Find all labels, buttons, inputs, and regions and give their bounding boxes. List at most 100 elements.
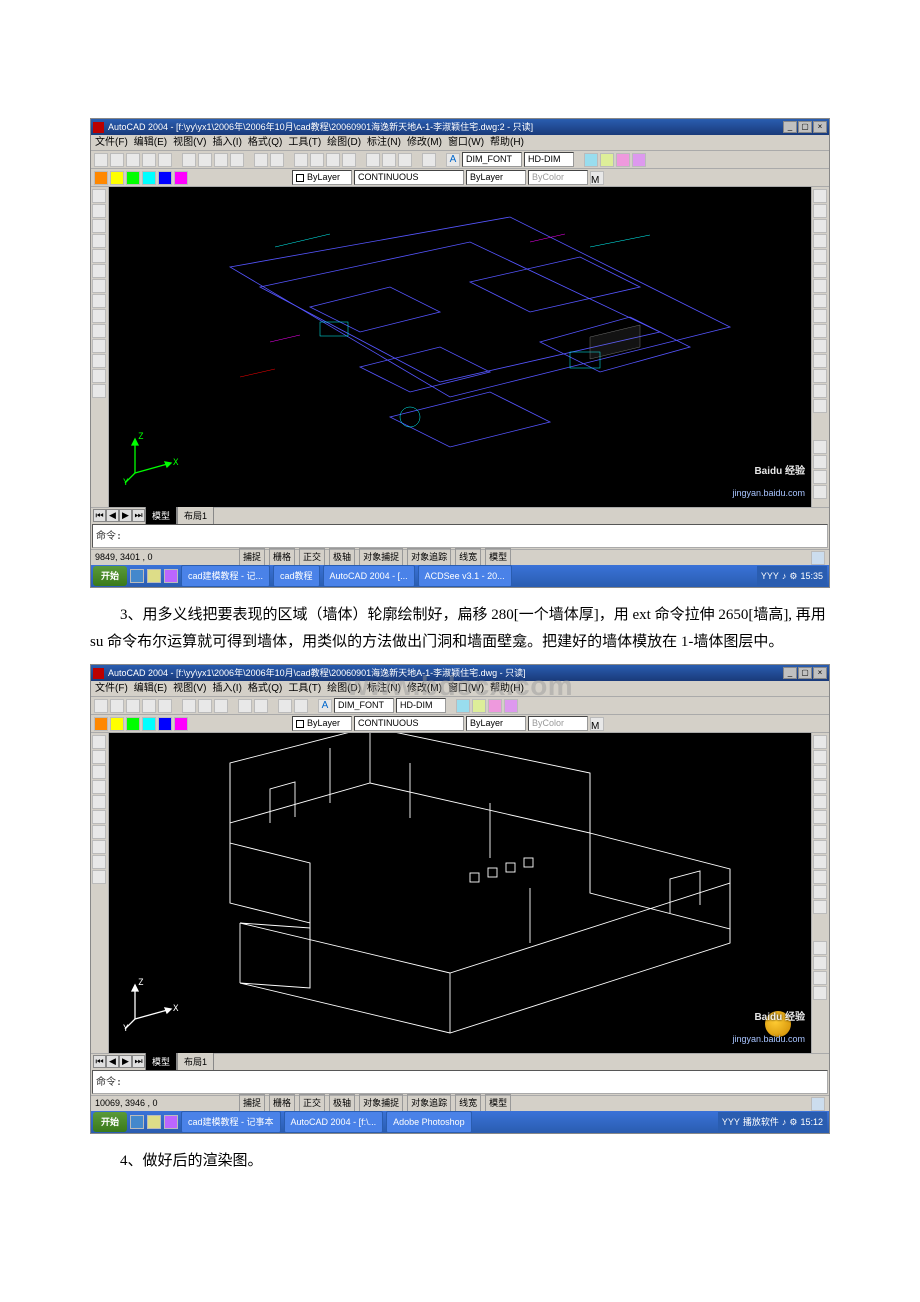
minimize-button[interactable]: _ bbox=[783, 667, 797, 679]
status-polar[interactable]: 极轴 bbox=[329, 548, 355, 566]
task-autocad[interactable]: AutoCAD 2004 - [... bbox=[323, 565, 415, 587]
extra-icon-4[interactable] bbox=[504, 699, 518, 713]
quicklaunch-ie-icon[interactable] bbox=[130, 1115, 144, 1129]
view3d-icon[interactable] bbox=[813, 455, 827, 469]
render-icon[interactable] bbox=[813, 986, 827, 1000]
menu-window[interactable]: 窗口(W) bbox=[448, 134, 484, 152]
start-button[interactable]: 开始 bbox=[93, 566, 127, 586]
extend-icon[interactable] bbox=[813, 339, 827, 353]
fillet-icon[interactable] bbox=[813, 384, 827, 398]
quicklaunch-media-icon[interactable] bbox=[164, 569, 178, 583]
point-icon[interactable] bbox=[92, 339, 106, 353]
extra-icon-3[interactable] bbox=[616, 153, 630, 167]
plotstyle-combo[interactable]: ByColor bbox=[528, 170, 588, 185]
tray-icon-2[interactable]: ⚙ bbox=[789, 568, 797, 584]
scale-icon[interactable] bbox=[813, 294, 827, 308]
textstyle-A-icon[interactable]: A bbox=[446, 153, 460, 167]
print-icon[interactable] bbox=[142, 699, 156, 713]
pan-icon[interactable] bbox=[294, 153, 308, 167]
shade-icon[interactable] bbox=[813, 470, 827, 484]
menu-insert[interactable]: 插入(I) bbox=[212, 680, 241, 698]
status-lweight[interactable]: 线宽 bbox=[455, 548, 481, 566]
redo-icon[interactable] bbox=[270, 153, 284, 167]
text-icon[interactable] bbox=[92, 870, 106, 884]
erase-icon[interactable] bbox=[813, 735, 827, 749]
cut-icon[interactable] bbox=[182, 699, 196, 713]
offset-icon[interactable] bbox=[813, 780, 827, 794]
fillet-icon[interactable] bbox=[813, 885, 827, 899]
copyobj-icon[interactable] bbox=[813, 204, 827, 218]
maximize-button[interactable]: ▢ bbox=[798, 667, 812, 679]
tab-next-icon[interactable]: ▶ bbox=[119, 1055, 132, 1068]
tab-model[interactable]: 模型 bbox=[145, 1052, 177, 1071]
tab-last-icon[interactable]: ⏭ bbox=[132, 1055, 145, 1068]
ellipse-icon[interactable] bbox=[92, 840, 106, 854]
drawing-viewport[interactable]: Z X Y Baidu 经验 jingyan.baidu.com bbox=[109, 733, 811, 1053]
mirror-icon[interactable] bbox=[813, 765, 827, 779]
help-icon[interactable] bbox=[422, 153, 436, 167]
status-lweight[interactable]: 线宽 bbox=[455, 1094, 481, 1112]
polygon-icon[interactable] bbox=[92, 765, 106, 779]
menu-help[interactable]: 帮助(H) bbox=[490, 680, 524, 698]
quicklaunch-desktop-icon[interactable] bbox=[147, 1115, 161, 1129]
array-icon[interactable] bbox=[813, 795, 827, 809]
hatch-icon[interactable] bbox=[92, 855, 106, 869]
stretch-icon[interactable] bbox=[813, 309, 827, 323]
open-icon[interactable] bbox=[110, 699, 124, 713]
xline-icon[interactable] bbox=[92, 204, 106, 218]
menu-edit[interactable]: 编辑(E) bbox=[134, 680, 167, 698]
zoomprev-icon[interactable] bbox=[342, 153, 356, 167]
line-icon[interactable] bbox=[92, 735, 106, 749]
menu-insert[interactable]: 插入(I) bbox=[212, 134, 241, 152]
menu-view[interactable]: 视图(V) bbox=[173, 680, 206, 698]
start-button[interactable]: 开始 bbox=[93, 1112, 127, 1132]
extra-icon-1[interactable] bbox=[456, 699, 470, 713]
task-photoshop[interactable]: Adobe Photoshop bbox=[386, 1111, 472, 1133]
dimstyle-combo[interactable]: HD-DIM bbox=[396, 698, 446, 713]
menu-draw[interactable]: 绘图(D) bbox=[327, 680, 361, 698]
break-icon[interactable] bbox=[813, 354, 827, 368]
command-line[interactable]: 命令: bbox=[92, 1070, 828, 1094]
copy-icon[interactable] bbox=[198, 699, 212, 713]
toolpalettes-icon[interactable] bbox=[398, 153, 412, 167]
layerfreeze-icon[interactable] bbox=[126, 171, 140, 185]
task-notepad[interactable]: cad建模教程 - 记事本 bbox=[181, 1111, 281, 1133]
extra-icon-1[interactable] bbox=[584, 153, 598, 167]
ellipse-icon[interactable] bbox=[92, 309, 106, 323]
menu-view[interactable]: 视图(V) bbox=[173, 134, 206, 152]
pan-icon[interactable] bbox=[294, 699, 308, 713]
array-icon[interactable] bbox=[813, 249, 827, 263]
layermatch-icon[interactable] bbox=[174, 717, 188, 731]
print-icon[interactable] bbox=[142, 153, 156, 167]
extend-icon[interactable] bbox=[813, 870, 827, 884]
layeroff-icon[interactable] bbox=[110, 171, 124, 185]
menu-draw[interactable]: 绘图(D) bbox=[327, 134, 361, 152]
chamfer-icon[interactable] bbox=[813, 369, 827, 383]
menu-tools[interactable]: 工具(T) bbox=[288, 680, 321, 698]
plotstyle-combo[interactable]: ByColor bbox=[528, 716, 588, 731]
explode-icon[interactable] bbox=[813, 900, 827, 914]
status-tray-icon[interactable] bbox=[811, 1097, 825, 1111]
rectangle-icon[interactable] bbox=[92, 780, 106, 794]
lineweight-combo[interactable]: ByLayer bbox=[466, 716, 526, 731]
tray-icon-1[interactable]: ♪ bbox=[782, 568, 787, 584]
ucs-icon-btn[interactable] bbox=[813, 440, 827, 454]
layer-icon[interactable] bbox=[94, 717, 108, 731]
pline-icon[interactable] bbox=[92, 750, 106, 764]
textstyle-combo[interactable]: DIM_FONT bbox=[462, 152, 522, 167]
explode-icon[interactable] bbox=[813, 399, 827, 413]
command-line[interactable]: 命令: bbox=[92, 524, 828, 548]
region-icon[interactable] bbox=[92, 369, 106, 383]
minimize-button[interactable]: _ bbox=[783, 121, 797, 133]
render-icon[interactable] bbox=[813, 485, 827, 499]
layeroff-icon[interactable] bbox=[110, 717, 124, 731]
quicklaunch-ie-icon[interactable] bbox=[130, 569, 144, 583]
erase-icon[interactable] bbox=[813, 189, 827, 203]
drawing-viewport[interactable]: Z X Y Baidu 经验 jingyan.baidu.com bbox=[109, 187, 811, 507]
tray-icon-2[interactable]: ⚙ bbox=[789, 1114, 797, 1130]
linetype-combo[interactable]: CONTINUOUS bbox=[354, 170, 464, 185]
status-ortho[interactable]: 正交 bbox=[299, 548, 325, 566]
color-combo[interactable]: ByLayer bbox=[292, 170, 352, 185]
designcenter-icon[interactable] bbox=[382, 153, 396, 167]
layercolor-icon[interactable] bbox=[158, 717, 172, 731]
